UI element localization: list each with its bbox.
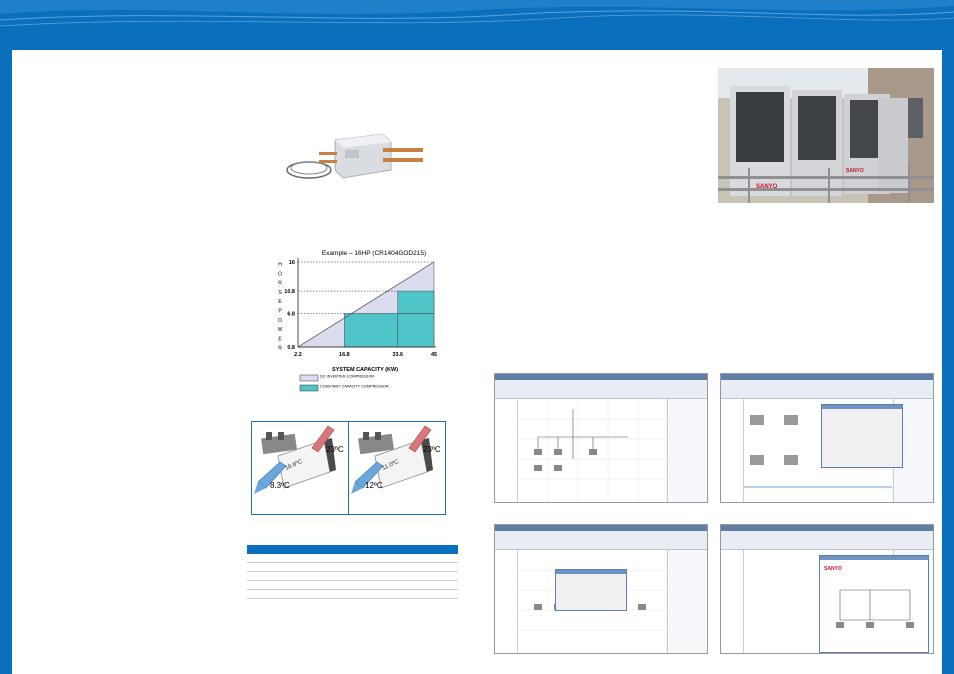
spec-table [247, 545, 458, 599]
x-tick-label: 16.8 [339, 352, 350, 358]
temp-inlet: 23ºC [326, 445, 344, 454]
legend-label-inverter: DC INVERTER COMPRESSOR [320, 375, 374, 379]
ylabel-letter: P [278, 309, 282, 315]
constant-block [397, 290, 435, 314]
software-screenshot-3 [494, 524, 708, 654]
horsepower-chart: Example – 16HP (CR1404GOD215) HORSEPOWER… [262, 246, 458, 398]
chart-title: Example – 16HP (CR1404GOD215) [322, 250, 426, 257]
ylabel-letter: R [278, 346, 282, 352]
y-tick-label: 0.8 [287, 345, 295, 351]
y-tick-label: 16 [289, 260, 295, 266]
ylabel-letter: S [278, 290, 282, 296]
dialog-window [555, 569, 627, 611]
left-border [0, 50, 12, 674]
temp-inlet: 23ºC [423, 445, 441, 454]
svg-text:SANYO: SANYO [846, 168, 864, 174]
ylabel-letter: H [278, 262, 282, 268]
x-tick-label: 33.6 [392, 352, 403, 358]
valve-box-photo [286, 133, 423, 179]
software-screenshot-4: SANYO [720, 524, 934, 654]
x-tick-label: 2.2 [294, 352, 302, 358]
software-screenshot-1 [494, 373, 708, 503]
legend-swatch-constant [299, 384, 319, 392]
chart-ylabel: HORSEPOWER [278, 262, 283, 352]
outdoor-unit-photo: SANYO SANYO [718, 68, 934, 203]
chart-xlabel: SYSTEM CAPACITY (KW) [332, 367, 398, 373]
dialog-window [821, 404, 903, 468]
legend-label-constant: CONSTANT CAPACITY COMPRESSOR [320, 385, 389, 389]
y-tick-label: 10.8 [284, 289, 295, 295]
ylabel-letter: W [278, 327, 283, 333]
sanyo-logo: SANYO [756, 184, 778, 190]
x-tick-label: 45 [431, 352, 437, 358]
header-wave [0, 0, 954, 50]
temp-diagram-left: 23ºC 16.6ºC 8.3ºC [251, 421, 349, 515]
report-window: SANYO [819, 555, 929, 653]
sanyo-logo: SANYO [824, 566, 842, 572]
temp-outlet: 8.3ºC [270, 481, 290, 490]
table-row [247, 554, 458, 563]
ylabel-letter: E [278, 299, 282, 305]
right-border [942, 50, 954, 674]
software-screenshot-2 [720, 373, 934, 503]
temp-outlet: 12ºC [365, 481, 383, 490]
table-row [247, 589, 458, 599]
constant-block [344, 313, 399, 348]
ylabel-letter: O [278, 318, 282, 324]
legend-swatch-inverter [299, 374, 319, 382]
ylabel-letter: O [278, 271, 282, 277]
temp-diagram-right: 23ºC 11.0ºC 12ºC [348, 421, 446, 515]
ylabel-letter: E [278, 336, 282, 342]
y-tick-label: 6.8 [287, 311, 295, 317]
table-header-row [247, 545, 458, 554]
table-row [247, 580, 458, 590]
ylabel-letter: R [278, 281, 282, 287]
constant-block [397, 313, 435, 348]
chart-legend: DC INVERTER COMPRESSOR CONSTANT CAPACITY… [299, 374, 389, 392]
table-row [247, 571, 458, 581]
table-row [247, 562, 458, 572]
